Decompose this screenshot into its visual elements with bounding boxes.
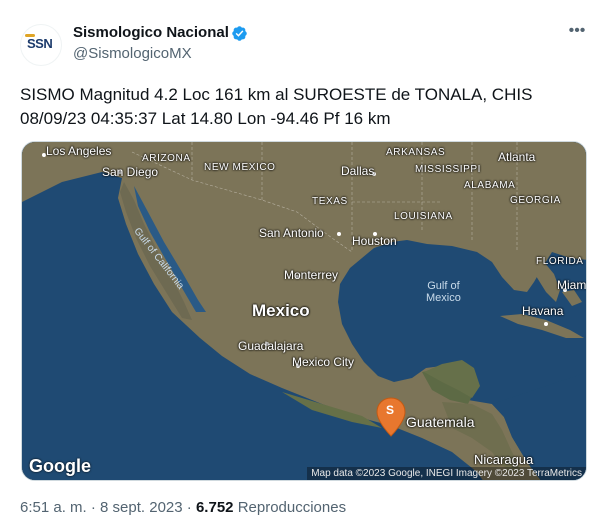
- map-label-georgia: GEORGIA: [510, 195, 561, 206]
- map-label-arizona: ARIZONA: [142, 153, 191, 164]
- map-label-nicaragua: Nicaragua: [474, 452, 534, 467]
- marker-letter: S: [386, 403, 395, 417]
- meta-separator-2: ·: [186, 499, 192, 516]
- tweet-date[interactable]: 8 sept. 2023: [100, 499, 183, 516]
- map-label-guatemala: Guatemala: [406, 414, 475, 430]
- map-label-miami: Miami: [557, 278, 587, 292]
- tweet-text: SISMO Magnitud 4.2 Loc 161 km al SUROEST…: [20, 85, 533, 128]
- map-label-mexico-city: Mexico City: [292, 355, 355, 369]
- avatar[interactable]: SSN: [20, 24, 62, 66]
- map-label-louisiana: LOUISIANA: [394, 211, 453, 222]
- meta-separator: ·: [90, 499, 96, 516]
- map-label-mississippi: MISSISSIPPI: [415, 164, 482, 175]
- map-label-florida: FLORIDA: [536, 256, 584, 267]
- map-label-arkansas: ARKANSAS: [386, 147, 446, 158]
- map-label-atlanta: Atlanta: [498, 150, 536, 164]
- map-label-los-angeles: Los Angeles: [46, 144, 112, 158]
- google-logo: Google: [29, 456, 91, 476]
- map-label-san-diego: San Diego: [102, 165, 159, 179]
- map-label-gulf-of-mexico: Gulf of Mexico: [426, 280, 461, 304]
- map-label-san-antonio: San Antonio: [259, 226, 324, 240]
- verified-badge-icon: [232, 26, 247, 41]
- map-attribution[interactable]: Map data ©2023 Google, INEGI Imagery ©20…: [307, 467, 586, 480]
- map-label-alabama: ALABAMA: [464, 180, 516, 191]
- avatar-logo-text: SSN: [27, 36, 53, 51]
- display-name[interactable]: Sismologico Nacional: [73, 24, 229, 41]
- map-label-dallas: Dallas: [341, 164, 375, 178]
- map-label-houston: Houston: [352, 234, 397, 248]
- map-label-texas: TEXAS: [312, 196, 348, 207]
- map-label-monterrey: Monterrey: [284, 268, 339, 282]
- views-label: Reproducciones: [237, 499, 347, 516]
- tweet-time[interactable]: 6:51 a. m.: [20, 499, 87, 516]
- map-label-havana: Havana: [522, 304, 564, 318]
- map-label-guadalajara: Guadalajara: [238, 339, 304, 353]
- views-count: 6.752: [195, 499, 234, 516]
- handle[interactable]: @SismologicoMX: [73, 45, 192, 62]
- map-embed[interactable]: Los Angeles ARIZONA NEW MEXICO ARKANSAS …: [21, 141, 587, 481]
- more-options-icon[interactable]: •••: [566, 23, 588, 44]
- tweet-metadata: 6:51 a. m. · 8 sept. 2023 · 6.752 Reprod…: [20, 499, 346, 516]
- map-label-mexico: Mexico: [252, 301, 310, 320]
- map-label-new-mexico: NEW MEXICO: [204, 162, 276, 173]
